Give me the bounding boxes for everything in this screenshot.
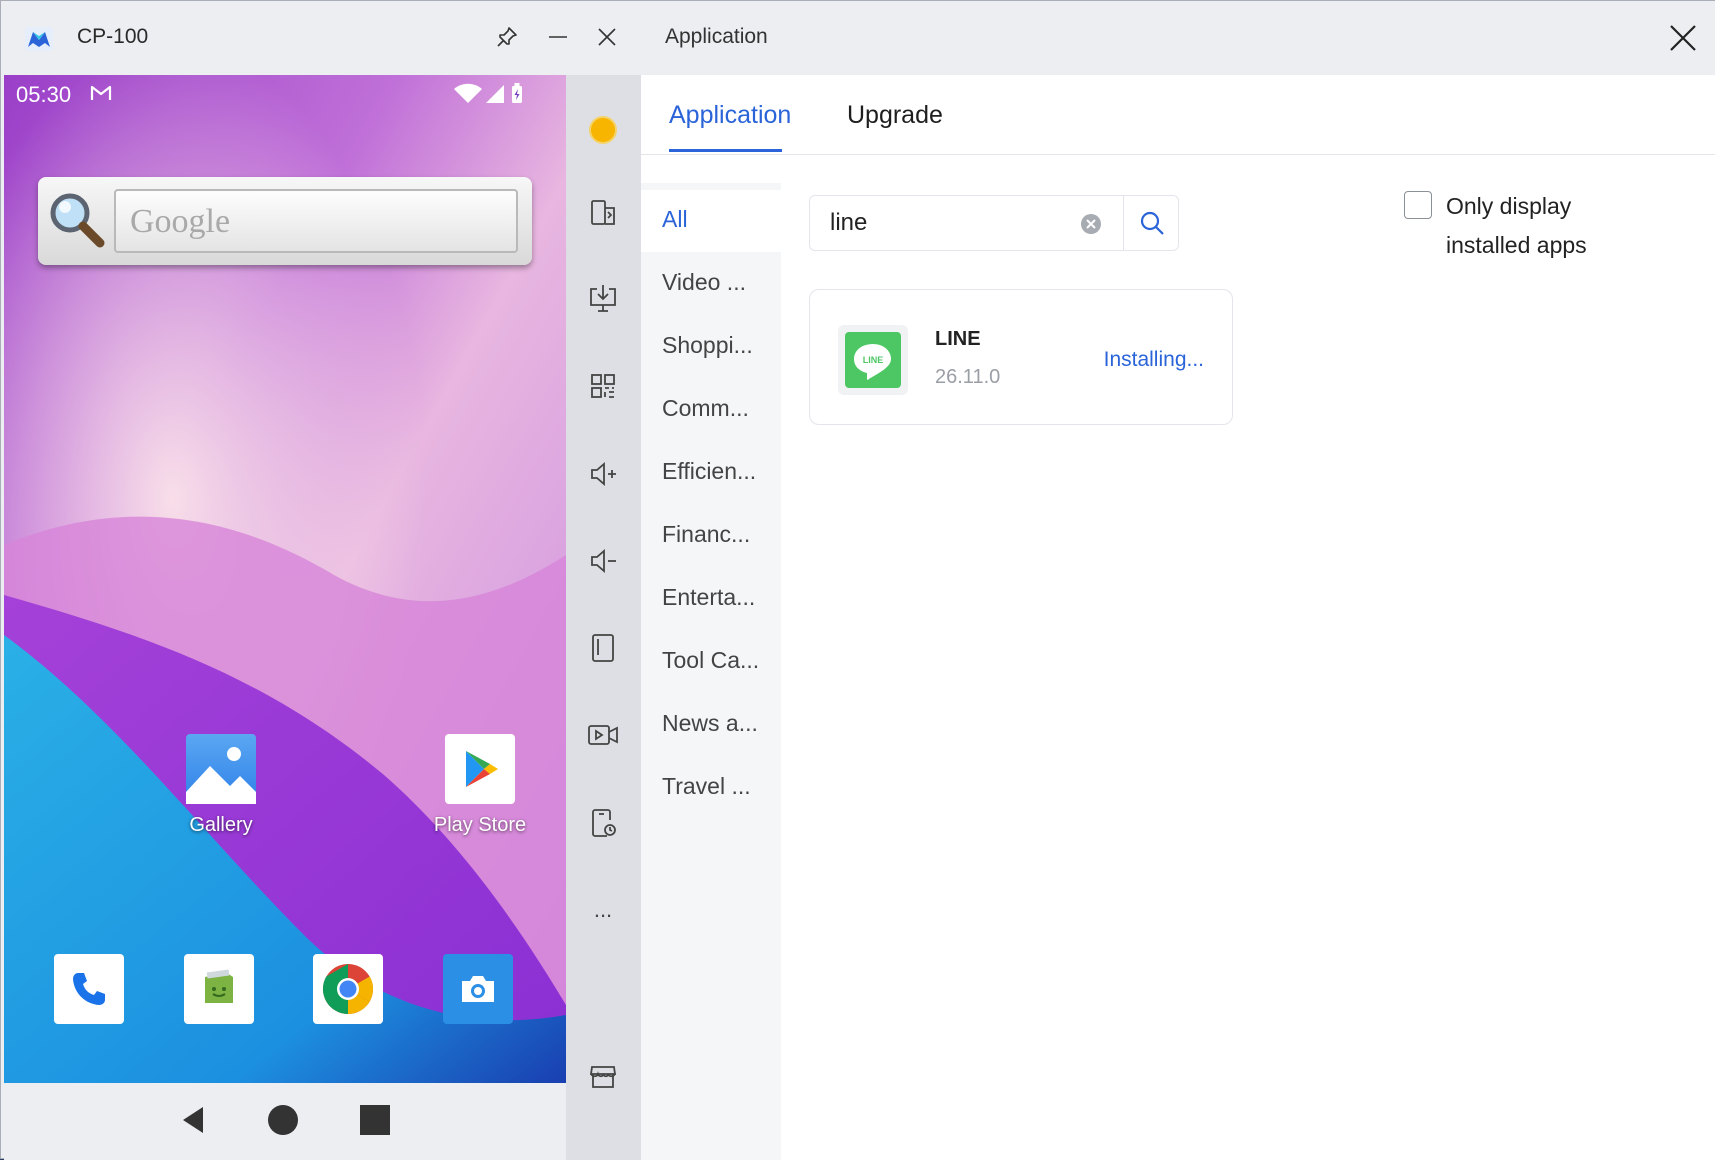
device-toolbar: ... — [566, 75, 641, 1160]
category-travel[interactable]: Travel ... — [641, 757, 781, 819]
category-entertainment[interactable]: Enterta... — [641, 568, 781, 630]
rotate-device-button[interactable] — [580, 625, 626, 671]
application-titlebar: Application — [641, 1, 1715, 75]
minimize-icon — [549, 36, 567, 38]
close-icon — [598, 28, 616, 46]
line-app-icon: LINE — [845, 332, 901, 388]
volume-up-button[interactable] — [580, 451, 626, 497]
tab-upgrade[interactable]: Upgrade — [847, 101, 943, 130]
messaging-app-icon[interactable] — [184, 954, 254, 1024]
tab-application[interactable]: Application — [669, 101, 791, 130]
category-all[interactable]: All — [641, 190, 781, 252]
phone-window-title: CP-100 — [77, 25, 149, 48]
install-status[interactable]: Installing... — [1104, 348, 1204, 372]
category-shopping[interactable]: Shoppi... — [641, 316, 781, 378]
camera-app-icon[interactable] — [443, 954, 513, 1024]
installed-only-label: Only display installed apps — [1446, 193, 1587, 258]
category-video[interactable]: Video ... — [641, 253, 781, 315]
play-store-label: Play Store — [433, 814, 527, 836]
install-apk-icon — [590, 285, 616, 312]
tab-bar: Application Upgrade — [641, 75, 1715, 155]
play-store-app[interactable]: Play Store — [410, 734, 550, 837]
gallery-icon — [186, 734, 256, 804]
status-indicator — [580, 107, 626, 153]
google-placeholder: Google — [130, 203, 231, 240]
messaging-icon — [205, 969, 233, 1003]
phone-navigation-bar — [4, 1083, 566, 1160]
wifi-icon — [454, 83, 482, 103]
status-icons — [454, 83, 522, 103]
back-icon[interactable] — [179, 1105, 209, 1135]
screen-record-button[interactable] — [580, 712, 626, 758]
category-communication[interactable]: Comm... — [641, 379, 781, 441]
camera-icon — [462, 976, 494, 1002]
line-icon-text: LINE — [863, 355, 884, 365]
clear-search-icon[interactable] — [1080, 213, 1102, 235]
application-panel: Application Upgrade All Video ... Shoppi… — [641, 75, 1715, 1160]
phone-app-icon[interactable] — [54, 954, 124, 1024]
app-result-card[interactable]: LINE LINE 26.11.0 Installing... — [809, 289, 1233, 425]
search-input[interactable] — [810, 196, 1120, 250]
status-time: 05:30 — [16, 82, 72, 107]
pin-icon — [497, 27, 517, 47]
apps-grid-icon — [591, 374, 615, 398]
minimize-button[interactable] — [542, 21, 574, 53]
close-application-button[interactable] — [1664, 19, 1702, 57]
more-icon: ... — [593, 897, 613, 922]
more-button[interactable]: ... — [580, 887, 626, 933]
store-button[interactable] — [580, 1053, 626, 1099]
signal-icon — [486, 85, 504, 103]
gallery-app[interactable]: Gallery — [151, 734, 291, 837]
app-name: LINE — [935, 328, 981, 350]
gallery-label: Gallery — [189, 814, 253, 836]
category-news[interactable]: News a... — [641, 694, 781, 756]
magnifier-icon — [50, 193, 105, 248]
active-tab-indicator — [669, 149, 782, 152]
phone-titlebar: CP-100 — [1, 1, 641, 75]
home-icon[interactable] — [268, 1105, 298, 1135]
category-finance[interactable]: Financ... — [641, 505, 781, 567]
rotate-device-icon — [592, 634, 614, 662]
gmail-notification-icon — [90, 85, 112, 100]
phone-icon — [73, 973, 105, 1005]
search-icon — [1140, 211, 1164, 235]
category-efficiency[interactable]: Efficien... — [641, 442, 781, 504]
chrome-app-icon[interactable] — [313, 954, 383, 1024]
screen-rotate-button[interactable] — [580, 190, 626, 236]
screen-record-icon — [588, 725, 618, 745]
installed-only-checkbox[interactable] — [1404, 191, 1432, 219]
close-phone-button[interactable] — [591, 21, 623, 53]
play-store-icon — [445, 734, 515, 804]
app-version: 26.11.0 — [935, 366, 1001, 388]
google-search-widget[interactable]: Google — [38, 177, 532, 265]
recents-icon[interactable] — [360, 1105, 390, 1135]
app-logo-icon — [25, 27, 53, 51]
category-tool[interactable]: Tool Ca... — [641, 631, 781, 693]
chrome-icon — [322, 964, 374, 1015]
volume-up-icon — [591, 462, 616, 486]
google-search-box[interactable]: Google — [114, 189, 518, 253]
volume-down-icon — [591, 549, 616, 573]
pin-button[interactable] — [491, 21, 523, 53]
volume-down-button[interactable] — [580, 538, 626, 584]
category-sidebar: All Video ... Shoppi... Comm... Efficien… — [641, 183, 781, 1160]
close-icon — [1670, 25, 1696, 51]
apps-grid-button[interactable] — [580, 363, 626, 409]
desktop-window: CP-100 05:30 Google Gallery Play Store .… — [0, 0, 1715, 1160]
app-search-box — [809, 195, 1179, 251]
store-icon — [589, 1066, 617, 1088]
phone-screen[interactable]: 05:30 Google Gallery Play Store — [4, 75, 566, 1083]
search-button[interactable] — [1123, 196, 1179, 250]
device-info-button[interactable] — [580, 800, 626, 846]
device-info-icon — [592, 809, 616, 837]
application-panel-title: Application — [665, 25, 768, 48]
line-app-icon-wrapper: LINE — [838, 325, 908, 395]
indicator-dot-icon — [589, 116, 617, 144]
screen-rotate-icon — [591, 200, 615, 225]
install-apk-button[interactable] — [580, 276, 626, 322]
